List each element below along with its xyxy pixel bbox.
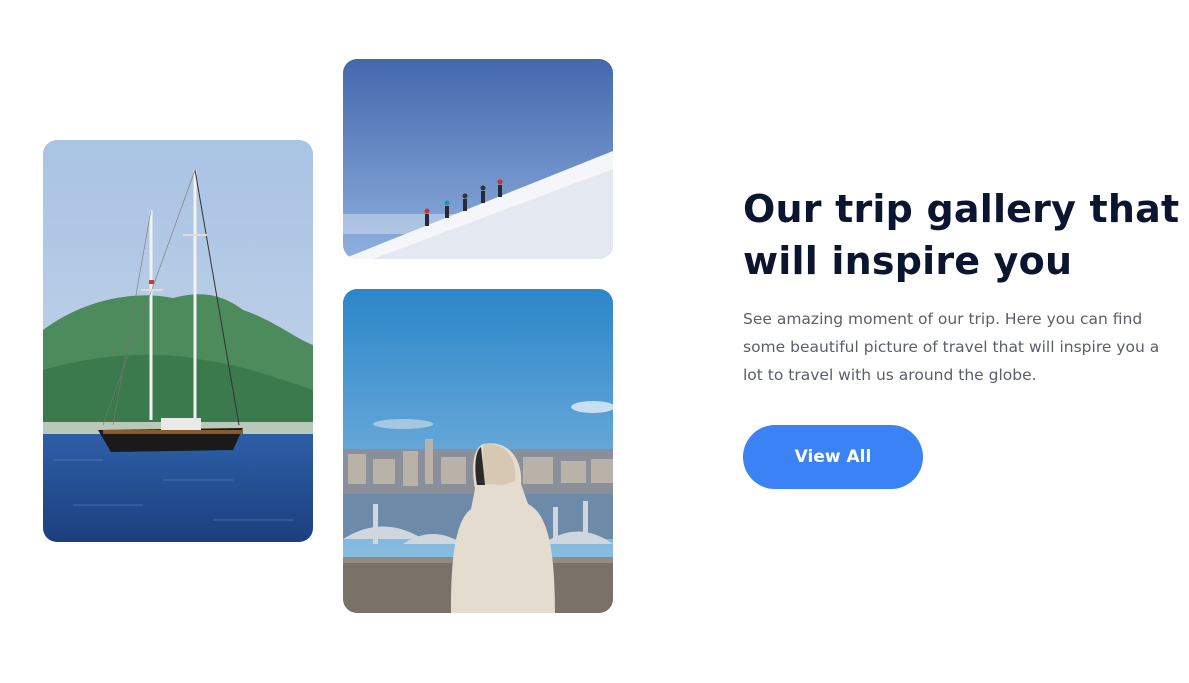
sailboat-image [43,140,313,542]
gallery-description: See amazing moment of our trip. Here you… [743,310,1160,384]
climbers-photo [343,59,613,259]
city-photo [343,289,613,613]
gallery-heading: Our trip gallery that will inspire you [743,187,1180,283]
view-all-button[interactable]: View All [743,425,923,489]
gallery-section: Our trip gallery that will inspire you S… [0,0,1189,683]
gallery-intro: Our trip gallery that will inspire you S… [743,183,1183,389]
city-image [343,289,613,613]
climbers-image [343,59,613,259]
sailboat-photo [43,140,313,542]
